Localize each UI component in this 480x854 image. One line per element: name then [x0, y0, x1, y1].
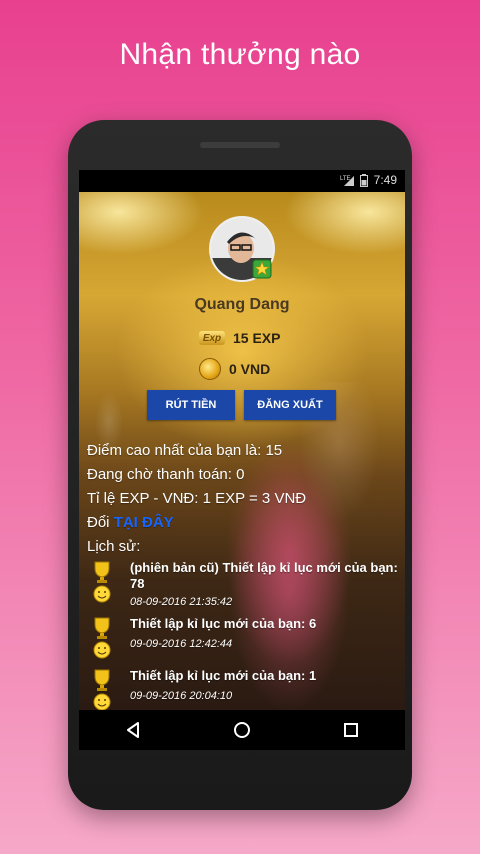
high-score-text: Điểm cao nhất của bạn là: 15 [87, 442, 283, 459]
recents-button[interactable] [331, 715, 371, 745]
logout-button[interactable]: ĐĂNG XUẤT [244, 390, 336, 420]
exp-row: Exp 15 EXP [199, 330, 280, 346]
coin-icon [199, 358, 221, 380]
exchange-prefix: Đổi [87, 514, 114, 531]
promo-title: Nhận thưởng nào [119, 38, 361, 71]
exchange-line: Đổi TẠI ĐÂY [87, 514, 174, 531]
vnd-value: 0 VND [229, 361, 271, 377]
battery-icon [359, 173, 368, 187]
trophy-smiley-icon [91, 668, 113, 710]
reward-screen: Quang Dang Exp 15 EXP 0 VND RÚT TIỀN ĐĂN… [79, 192, 405, 710]
back-triangle-icon [127, 722, 140, 738]
history-title: Thiết lập kỉ lục mới của bạn: 1 [130, 668, 317, 683]
history-heading: Lịch sử: [87, 538, 141, 555]
history-date: 09-09-2016 20:04:10 [130, 690, 233, 702]
back-button[interactable] [113, 715, 153, 745]
phone-speaker [200, 142, 280, 148]
history-item: Thiết lập kỉ lục mới của bạn: 1 09-09-20… [87, 668, 405, 710]
lte-signal-icon: LTE [340, 174, 354, 186]
exchange-rate-text: Tỉ lệ EXP - VNĐ: 1 EXP = 3 VNĐ [87, 490, 307, 507]
withdraw-button[interactable]: RÚT TIỀN [147, 390, 235, 420]
status-time: 7:49 [373, 173, 397, 187]
exchange-link[interactable]: TẠI ĐÂY [114, 514, 174, 531]
status-bar: LTE 7:49 [79, 170, 405, 192]
recents-square-icon [343, 723, 358, 737]
home-circle-icon [233, 722, 250, 738]
history-title: Thiết lập kỉ lục mới của bạn: 6 [130, 616, 317, 631]
history-item: (phiên bản cũ) Thiết lập kỉ lục mới của … [87, 560, 405, 612]
vnd-row: 0 VND [199, 358, 270, 380]
history-title: (phiên bản cũ) Thiết lập kỉ lục mới của … [130, 560, 398, 591]
home-button[interactable] [222, 715, 262, 745]
history-date: 08-09-2016 21:35:42 [130, 596, 233, 608]
phone-screen: LTE 7:49 Quang Dang Exp 15 EXP 0 VND RÚT… [79, 170, 405, 750]
history-item: Thiết lập kỉ lục mới của bạn: 6 09-09-20… [87, 616, 405, 668]
pending-payment-text: Đang chờ thanh toán: 0 [87, 466, 245, 483]
trophy-smiley-icon [91, 616, 113, 660]
trophy-smiley-icon [91, 560, 113, 604]
history-list: (phiên bản cũ) Thiết lập kỉ lục mới của … [87, 560, 405, 710]
level-star-badge-icon [251, 258, 273, 280]
android-nav-bar [79, 710, 405, 750]
history-date: 09-09-2016 12:42:44 [130, 638, 233, 650]
exp-value: 15 EXP [233, 330, 281, 346]
exp-icon: Exp [199, 331, 225, 345]
status-icons: LTE 7:49 [340, 173, 397, 187]
username: Quang Dang [194, 296, 290, 313]
